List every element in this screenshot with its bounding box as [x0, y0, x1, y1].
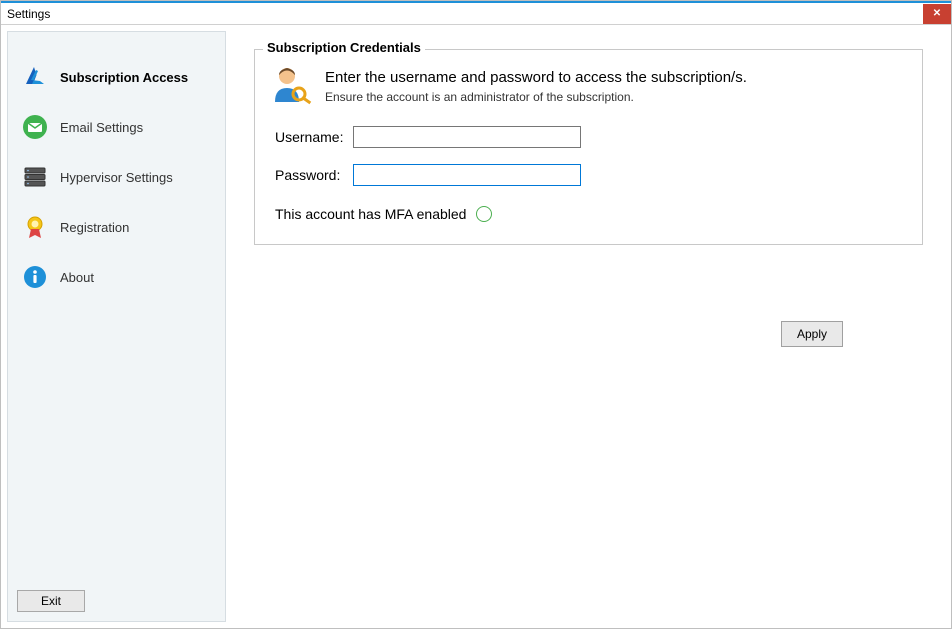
credentials-header-text: Enter the username and password to acces…: [325, 69, 747, 104]
user-key-icon: [269, 64, 313, 108]
sidebar-item-hypervisor-settings[interactable]: Hypervisor Settings: [16, 152, 217, 202]
credentials-subheading: Ensure the account is an administrator o…: [325, 90, 747, 104]
sidebar-item-label: About: [60, 270, 94, 285]
titlebar: Settings ✕: [1, 1, 951, 25]
content: Subscription Access Email Settings: [1, 25, 951, 628]
email-icon: [22, 114, 48, 140]
credentials-header: Enter the username and password to acces…: [269, 64, 908, 108]
credentials-fieldset: Subscription Credentials Enter the usern…: [254, 49, 923, 245]
username-row: Username:: [275, 126, 908, 148]
exit-button[interactable]: Exit: [17, 590, 85, 612]
apply-button[interactable]: Apply: [781, 321, 843, 347]
mfa-toggle[interactable]: [476, 206, 492, 222]
credentials-heading: Enter the username and password to acces…: [325, 69, 747, 86]
sidebar-items: Subscription Access Email Settings: [8, 32, 225, 310]
mfa-label: This account has MFA enabled: [275, 206, 466, 222]
sidebar-item-subscription-access[interactable]: Subscription Access: [16, 52, 217, 102]
window-title: Settings: [7, 7, 50, 21]
sidebar: Subscription Access Email Settings: [7, 31, 226, 622]
username-input[interactable]: [353, 126, 581, 148]
sidebar-item-registration[interactable]: Registration: [16, 202, 217, 252]
sidebar-item-about[interactable]: About: [16, 252, 217, 302]
azure-icon: [22, 64, 48, 90]
sidebar-item-label: Subscription Access: [60, 70, 188, 85]
info-icon: [22, 264, 48, 290]
password-row: Password:: [275, 164, 908, 186]
sidebar-item-label: Registration: [60, 220, 129, 235]
password-input[interactable]: [353, 164, 581, 186]
credentials-legend: Subscription Credentials: [263, 40, 425, 55]
server-icon: [22, 164, 48, 190]
close-button[interactable]: ✕: [923, 4, 951, 24]
badge-icon: [22, 214, 48, 240]
sidebar-item-label: Email Settings: [60, 120, 143, 135]
username-label: Username:: [275, 129, 353, 145]
sidebar-item-email-settings[interactable]: Email Settings: [16, 102, 217, 152]
sidebar-item-label: Hypervisor Settings: [60, 170, 173, 185]
main-panel: Subscription Credentials Enter the usern…: [226, 31, 945, 622]
password-label: Password:: [275, 167, 353, 183]
mfa-row: This account has MFA enabled: [275, 206, 908, 222]
